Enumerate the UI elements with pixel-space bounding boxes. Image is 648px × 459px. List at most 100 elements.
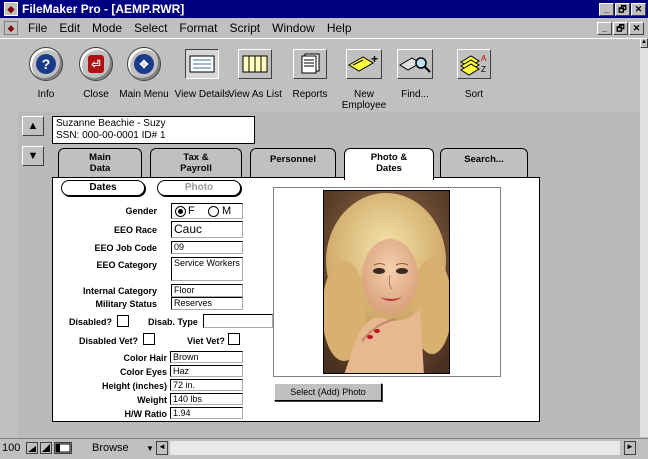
view-details-button[interactable]: View Details: [173, 43, 231, 109]
zoom-in-icon[interactable]: [40, 442, 52, 454]
menu-window[interactable]: Window: [266, 21, 321, 35]
scroll-up-arrow-icon[interactable]: ▲: [640, 38, 648, 48]
minimize-button[interactable]: _: [599, 2, 614, 16]
select-photo-button[interactable]: Select (Add) Photo: [274, 383, 382, 401]
portrait-image: [324, 191, 449, 373]
new-employee-button[interactable]: + New Employee: [335, 43, 393, 111]
close-icon: ⏎: [88, 55, 104, 73]
disabled-label: Disabled?: [69, 317, 113, 327]
find-button[interactable]: Find...: [386, 43, 444, 109]
employee-name: Suzanne Beachie - Suzy: [56, 118, 166, 129]
gender-field: F M: [171, 203, 243, 219]
zoom-out-icon[interactable]: [26, 442, 38, 454]
find-icon: [399, 57, 431, 73]
scroll-left-icon[interactable]: ◄: [156, 441, 168, 455]
window-title: FileMaker Pro - [AEMP.RWR]: [22, 2, 185, 16]
reports-button[interactable]: Reports: [281, 43, 339, 109]
color-eyes-label: Color Eyes: [119, 367, 167, 377]
svg-text:Z: Z: [481, 65, 486, 74]
eeo-race-label: EEO Race: [113, 225, 157, 235]
doc-close-button[interactable]: ✕: [629, 21, 644, 35]
color-eyes-field[interactable]: Haz: [170, 365, 243, 377]
title-bar: ◆ FileMaker Pro - [AEMP.RWR] _ 🗗 ✕: [0, 0, 648, 18]
eeo-job-code-label: EEO Job Code: [94, 243, 157, 253]
menu-format[interactable]: Format: [173, 21, 223, 35]
main-menu-icon: ✥: [134, 54, 154, 74]
gender-label: Gender: [125, 206, 157, 216]
scroll-right-icon[interactable]: ►: [624, 441, 636, 455]
svg-text:+: +: [371, 53, 378, 66]
viet-vet-checkbox[interactable]: [228, 333, 240, 345]
height-field[interactable]: 72 in.: [170, 379, 243, 391]
restore-button[interactable]: 🗗: [615, 2, 630, 16]
menu-bar: ◆ File Edit Mode Select Format Script Wi…: [0, 18, 648, 38]
employee-ssn: SSN: 000-00-0001 ID# 1: [56, 130, 166, 141]
internal-category-field[interactable]: Floor: [171, 284, 243, 297]
close-window-button[interactable]: ✕: [631, 2, 646, 16]
menu-edit[interactable]: Edit: [53, 21, 86, 35]
document-icon[interactable]: ◆: [4, 21, 18, 35]
disab-type-field[interactable]: [203, 314, 273, 328]
reports-icon: [301, 53, 320, 74]
view-as-list-button[interactable]: View As List: [226, 43, 284, 109]
help-icon: ?: [36, 54, 56, 74]
doc-restore-button[interactable]: 🗗: [613, 21, 628, 35]
height-label: Height (inches): [101, 381, 167, 391]
eeo-category-field[interactable]: Service Workers: [171, 257, 243, 281]
arrow-down-icon: ▼: [27, 150, 39, 162]
tab-main-data[interactable]: Main Data: [58, 148, 142, 178]
disab-type-label: Disab. Type: [148, 317, 198, 327]
sort-button[interactable]: AZ Sort: [445, 43, 503, 109]
dates-subtab-button[interactable]: Dates: [61, 180, 145, 196]
hw-ratio-field[interactable]: 1.94: [170, 407, 243, 419]
sort-icon: AZ: [460, 54, 487, 76]
weight-field[interactable]: 140 lbs: [170, 393, 243, 405]
record-header: Suzanne Beachie - Suzy SSN: 000-00-0001 …: [52, 116, 255, 144]
doc-minimize-button[interactable]: _: [597, 21, 612, 35]
new-employee-icon: +: [348, 53, 378, 72]
view-list-icon: [242, 55, 268, 73]
menu-select[interactable]: Select: [128, 21, 173, 35]
mode-dropdown-icon[interactable]: ▼: [146, 444, 154, 453]
tab-tax-payroll[interactable]: Tax & Payroll: [150, 148, 242, 178]
employee-photo[interactable]: [323, 190, 450, 374]
disabled-vet-checkbox[interactable]: [143, 333, 155, 345]
tab-personnel[interactable]: Personnel: [250, 148, 336, 178]
menu-mode[interactable]: Mode: [86, 21, 128, 35]
status-bar: 100 Browse ▼ ◄ ►: [0, 438, 648, 459]
color-hair-label: Color Hair: [123, 353, 167, 363]
color-hair-field[interactable]: Brown: [170, 351, 243, 363]
eeo-category-label: EEO Category: [96, 260, 157, 270]
main-menu-button[interactable]: ✥ Main Menu: [115, 43, 173, 109]
gender-male-radio[interactable]: [208, 206, 219, 217]
left-status-area: [0, 112, 18, 437]
viet-vet-label: Viet Vet?: [187, 336, 225, 346]
previous-record-button[interactable]: ▲: [22, 116, 44, 136]
arrow-up-icon: ▲: [27, 120, 39, 132]
tab-photo-dates[interactable]: Photo & Dates: [344, 148, 434, 180]
app-icon[interactable]: ◆: [4, 2, 18, 16]
horizontal-scrollbar[interactable]: [170, 441, 620, 455]
internal-category-label: Internal Category: [82, 286, 157, 296]
menu-file[interactable]: File: [22, 21, 53, 35]
menu-script[interactable]: Script: [223, 21, 266, 35]
military-status-label: Military Status: [95, 299, 157, 309]
eeo-job-code-field[interactable]: 09: [171, 241, 243, 254]
status-toggle-icon[interactable]: [54, 442, 72, 454]
zoom-level: 100: [2, 442, 21, 454]
eeo-race-field[interactable]: Cauc: [171, 221, 243, 238]
toolbar: ? Info ⏎ Close ✥ Main Menu View Details …: [0, 38, 648, 112]
vertical-scrollbar[interactable]: ▲: [640, 38, 648, 437]
disabled-checkbox[interactable]: [117, 315, 129, 327]
tab-search[interactable]: Search...: [440, 148, 528, 178]
gender-female-radio[interactable]: [175, 206, 186, 217]
menu-help[interactable]: Help: [321, 21, 358, 35]
svg-text:A: A: [481, 54, 487, 63]
photo-subtab-button[interactable]: Photo: [157, 180, 241, 196]
next-record-button[interactable]: ▼: [22, 146, 44, 166]
military-status-field[interactable]: Reserves: [171, 297, 243, 310]
disabled-vet-label: Disabled Vet?: [79, 336, 139, 346]
mode-indicator[interactable]: Browse: [92, 442, 129, 454]
view-details-icon: [189, 55, 215, 73]
weight-label: Weight: [137, 395, 167, 405]
